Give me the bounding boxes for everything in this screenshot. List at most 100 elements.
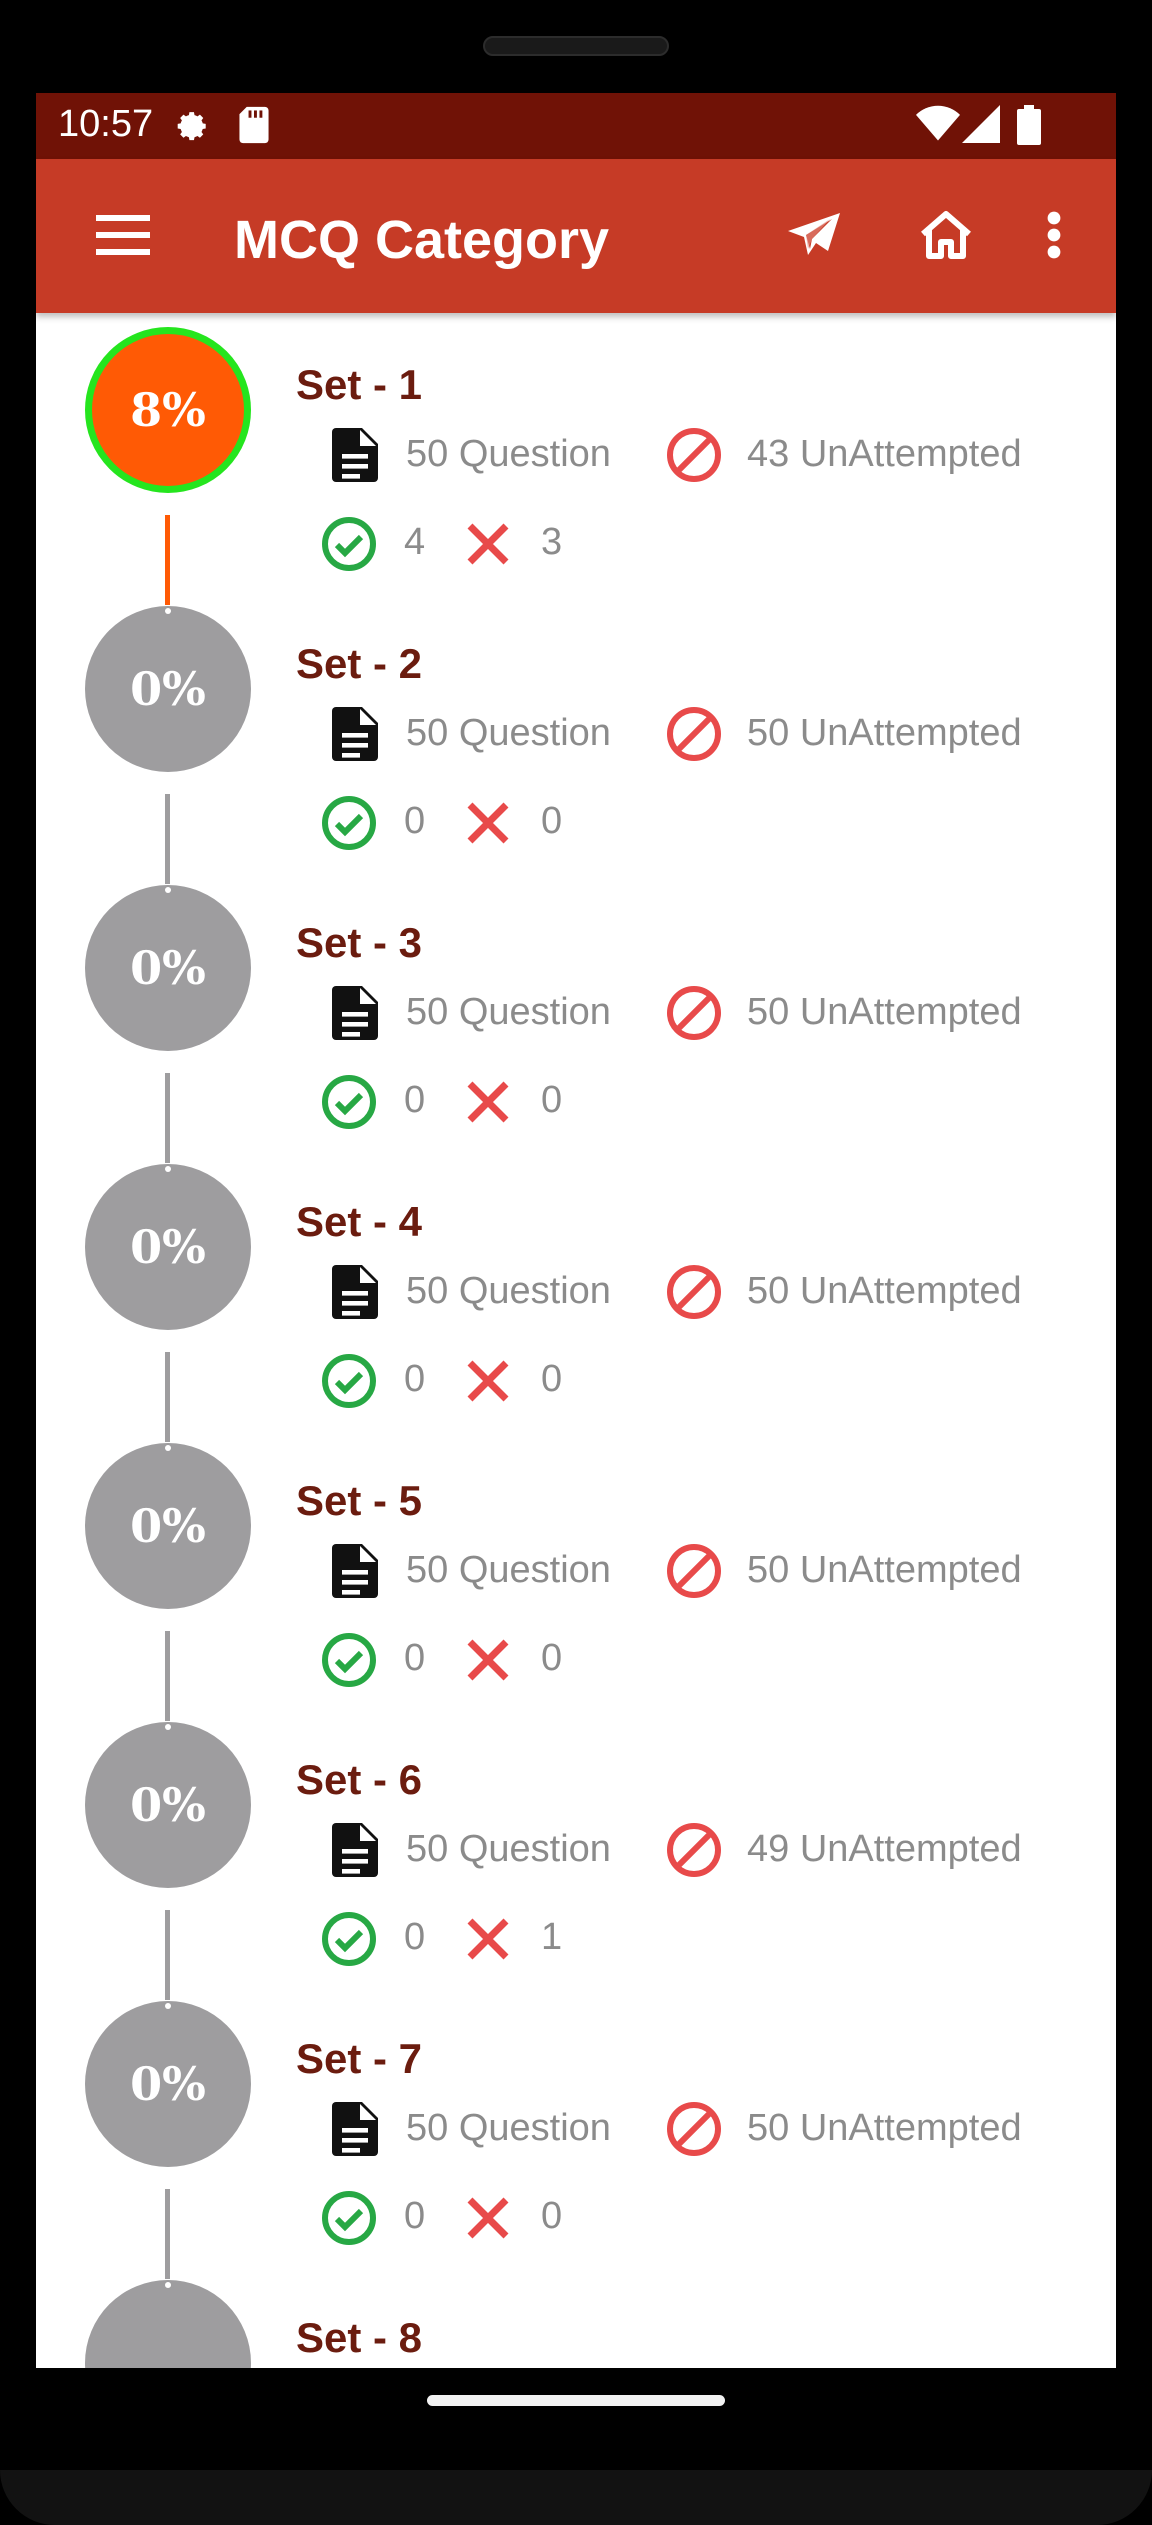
progress-percent: 0% [130, 1220, 206, 1274]
progress-percent: 0% [130, 1778, 206, 1832]
unattempted-count: 50 UnAttempted [747, 712, 1022, 754]
question-count: 50 Question [406, 1549, 611, 1591]
timeline-dot [165, 2003, 171, 2009]
set-item[interactable]: 8% Set - 1 50 Question 43 UnAttempted 4 [36, 313, 1116, 605]
check-circle-icon [319, 514, 379, 574]
correct-count: 0 [404, 2195, 426, 2237]
progress-circle: 0% [85, 1443, 251, 1609]
progress-percent: 0% [130, 1499, 206, 1553]
progress-circle [85, 2280, 251, 2368]
question-count: 50 Question [406, 2107, 611, 2149]
document-icon [325, 983, 385, 1043]
device-frame: 10:57 MCQ Category 8% Set - 1 50 Questio… [0, 0, 1152, 2525]
progress-circle: 0% [85, 606, 251, 772]
block-icon [664, 1262, 724, 1322]
wrong-count: 0 [541, 1637, 563, 1679]
unattempted-count: 50 UnAttempted [747, 2107, 1022, 2149]
wrong-count: 0 [541, 1079, 563, 1121]
timeline-dot [165, 887, 171, 893]
close-icon [458, 1630, 518, 1690]
status-bar: 10:57 [36, 93, 1116, 159]
set-title: Set - 2 [296, 640, 423, 687]
set-item[interactable]: 0% Set - 2 50 Question 50 UnAttempted 0 [36, 592, 1116, 884]
check-circle-icon [319, 1072, 379, 1132]
home-button[interactable] [908, 199, 984, 275]
set-title: Set - 3 [296, 919, 423, 966]
set-list: 8% Set - 1 50 Question 43 UnAttempted 4 [36, 313, 1116, 2368]
home-gesture-bar[interactable] [427, 2395, 725, 2406]
correct-count: 0 [404, 1079, 426, 1121]
question-count: 50 Question [406, 1270, 611, 1312]
status-time: 10:57 [58, 103, 154, 145]
unattempted-count: 50 UnAttempted [747, 1270, 1022, 1312]
correct-count: 0 [404, 1916, 426, 1958]
more-vert-icon [1047, 211, 1061, 264]
document-icon [325, 704, 385, 764]
send-icon [788, 212, 840, 262]
app-bar: MCQ Category [36, 159, 1116, 313]
bottom-bezel [0, 2470, 1152, 2525]
close-icon [458, 1351, 518, 1411]
document-icon [325, 1541, 385, 1601]
correct-count: 0 [404, 800, 426, 842]
unattempted-count: 43 UnAttempted [747, 433, 1022, 475]
set-title: Set - 4 [296, 1198, 423, 1245]
block-icon [664, 425, 724, 485]
close-icon [458, 1072, 518, 1132]
set-item[interactable]: 0% Set - 3 50 Question 50 UnAttempted 0 [36, 871, 1116, 1163]
menu-button[interactable] [85, 199, 161, 275]
settings-icon [170, 105, 212, 152]
check-circle-icon [319, 2188, 379, 2248]
question-count: 50 Question [406, 712, 611, 754]
home-icon [919, 210, 973, 265]
set-item[interactable]: 0% Set - 7 50 Question 50 UnAttempted 0 [36, 1987, 1116, 2279]
more-options-button[interactable] [1016, 199, 1092, 275]
unattempted-count: 49 UnAttempted [747, 1828, 1022, 1870]
check-circle-icon [319, 1630, 379, 1690]
question-count: 50 Question [406, 991, 611, 1033]
set-item[interactable]: Set - 8 [36, 2266, 1116, 2368]
correct-count: 4 [404, 521, 426, 563]
set-title: Set - 6 [296, 1756, 423, 1803]
progress-circle: 0% [85, 1722, 251, 1888]
block-icon [664, 2099, 724, 2159]
timeline-dot [165, 2282, 171, 2288]
document-icon [325, 425, 385, 485]
set-title: Set - 5 [296, 1477, 423, 1524]
share-button[interactable] [776, 199, 852, 275]
wrong-count: 0 [541, 800, 563, 842]
wifi-icon [916, 105, 960, 148]
document-icon [325, 1262, 385, 1322]
timeline-dot [165, 1166, 171, 1172]
progress-percent: 0% [130, 941, 206, 995]
wrong-count: 0 [541, 2195, 563, 2237]
check-circle-icon [319, 1909, 379, 1969]
wrong-count: 3 [541, 521, 563, 563]
progress-percent: 8% [130, 383, 206, 437]
app-title: MCQ Category [234, 210, 610, 270]
question-count: 50 Question [406, 1828, 611, 1870]
question-count: 50 Question [406, 433, 611, 475]
close-icon [458, 1909, 518, 1969]
set-title: Set - 1 [296, 361, 423, 408]
close-icon [458, 2188, 518, 2248]
menu-icon [96, 214, 150, 260]
check-circle-icon [319, 793, 379, 853]
set-item[interactable]: 0% Set - 5 50 Question 50 UnAttempted 0 [36, 1429, 1116, 1721]
close-icon [458, 514, 518, 574]
block-icon [664, 1541, 724, 1601]
set-item[interactable]: 0% Set - 6 50 Question 49 UnAttempted 0 [36, 1708, 1116, 2000]
progress-circle: 0% [85, 2001, 251, 2167]
block-icon [664, 983, 724, 1043]
unattempted-count: 50 UnAttempted [747, 991, 1022, 1033]
correct-count: 0 [404, 1358, 426, 1400]
progress-circle: 0% [85, 885, 251, 1051]
block-icon [664, 1820, 724, 1880]
timeline-dot [165, 1445, 171, 1451]
wrong-count: 1 [541, 1916, 563, 1958]
set-item[interactable]: 0% Set - 4 50 Question 50 UnAttempted 0 [36, 1150, 1116, 1442]
block-icon [664, 704, 724, 764]
correct-count: 0 [404, 1637, 426, 1679]
set-title: Set - 8 [296, 2314, 423, 2361]
unattempted-count: 50 UnAttempted [747, 1549, 1022, 1591]
